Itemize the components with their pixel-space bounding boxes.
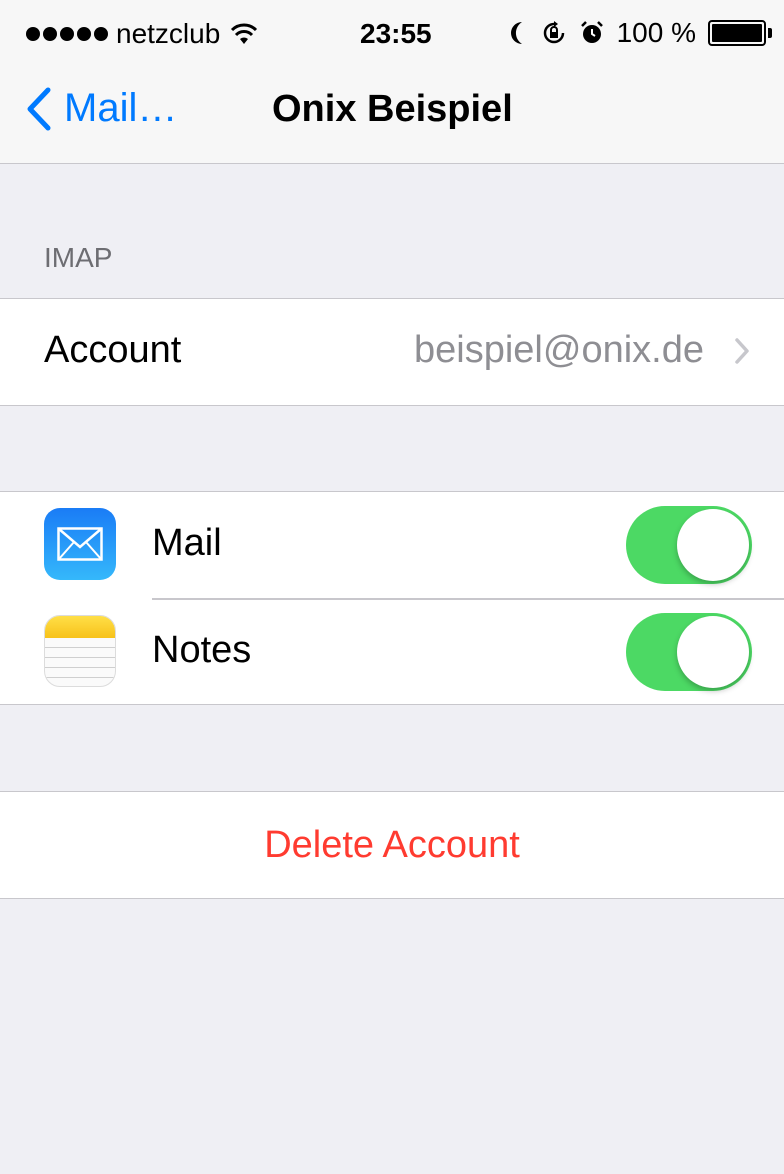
mail-toggle[interactable] <box>626 506 752 584</box>
page-title: Onix Beispiel <box>272 88 513 130</box>
toggle-knob <box>677 509 749 581</box>
moon-icon <box>510 22 522 44</box>
signal-dots-icon <box>26 27 108 41</box>
section-header-imap: IMAP <box>44 242 113 273</box>
chevron-right-icon <box>735 338 749 364</box>
delete-account-button[interactable]: Delete Account <box>0 792 784 898</box>
status-time: 23:55 <box>360 18 432 49</box>
notes-label: Notes <box>152 629 252 671</box>
top-bar: netzclub 23:55 100 % Mail… Onix Beispiel <box>0 0 784 164</box>
notes-app-icon <box>44 615 116 687</box>
back-button[interactable]: Mail… <box>26 86 177 131</box>
status-bar: netzclub 23:55 100 % <box>0 0 784 68</box>
battery-icon <box>708 20 766 46</box>
account-label: Account <box>44 329 182 371</box>
account-row[interactable]: Account beispiel@onix.de <box>0 298 784 406</box>
delete-group: Delete Account <box>0 791 784 899</box>
account-value: beispiel@onix.de <box>414 329 704 371</box>
mail-row: Mail <box>0 492 784 600</box>
carrier-name: netzclub <box>116 18 221 49</box>
mail-label: Mail <box>152 522 222 564</box>
services-group: Mail Notes <box>0 491 784 705</box>
battery-nub <box>768 28 772 38</box>
alarm-icon <box>580 21 603 43</box>
notes-toggle[interactable] <box>626 613 752 691</box>
orientation-lock-icon <box>543 21 564 44</box>
navigation-bar: Mail… Onix Beispiel <box>0 68 784 164</box>
notes-row: Notes <box>0 599 784 706</box>
status-right: 100 % <box>507 17 772 49</box>
back-label: Mail… <box>64 86 178 130</box>
carrier-info: netzclub <box>26 18 258 50</box>
mail-app-icon <box>44 508 116 580</box>
toggle-knob <box>677 616 749 688</box>
battery-percent: 100 % <box>616 17 696 48</box>
chevron-left-icon <box>27 87 51 130</box>
wifi-icon <box>231 23 258 44</box>
